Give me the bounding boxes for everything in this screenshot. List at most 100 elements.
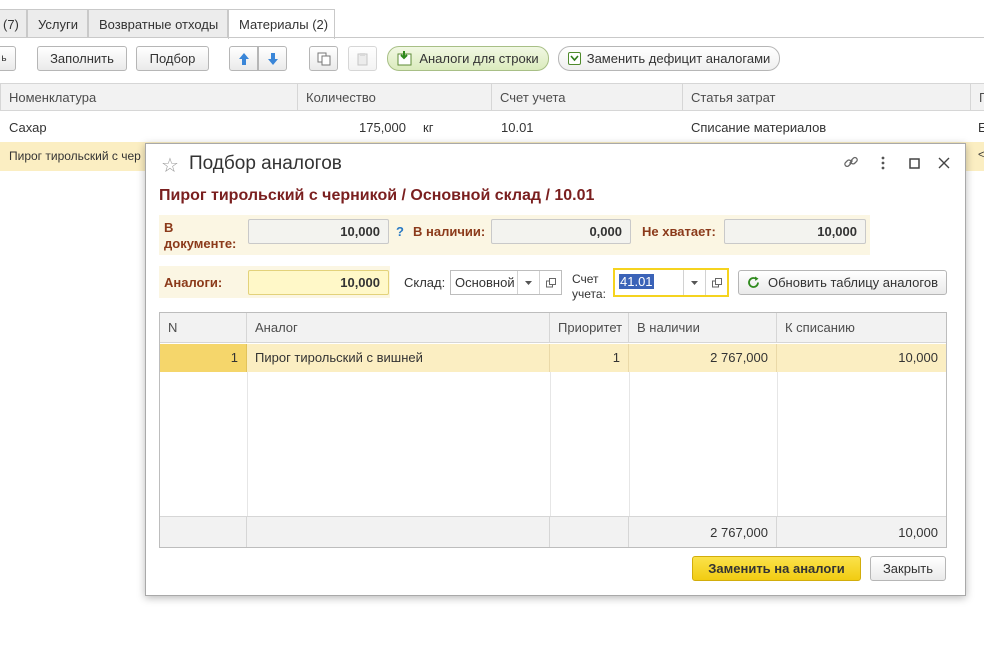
col-writeoff[interactable]: К списанию [777,313,946,343]
chevron-down-icon[interactable] [683,270,705,295]
col-label: Количество [306,90,376,105]
analogs-for-row-label: Аналоги для строки [419,51,539,66]
account-label: Счет учета: [572,272,606,301]
col-label: К списанию [785,320,855,335]
more-icon[interactable] [880,156,886,170]
grid-header: Номенклатура Количество Счет учета Стать… [0,83,984,111]
account-select[interactable]: 41.01 [613,268,729,297]
table-row[interactable]: 1 Пирог тирольский с вишней 1 2 767,000 … [160,344,946,372]
row-name: Сахар [9,120,47,135]
tab-partial[interactable]: (7) [0,9,27,38]
column-divider [247,372,248,516]
column-divider [777,372,778,516]
analog-selection-dialog: ☆ Подбор аналогов Пирог тирольский с чер… [145,143,966,596]
shortage-field: 10,000 [724,219,866,244]
in-document-field: 10,000 [248,219,389,244]
account-value: 41.01 [619,274,654,289]
close-button[interactable]: Закрыть [870,556,946,581]
col-quantity[interactable]: Количество [297,84,491,111]
cell-priority: 1 [550,344,629,372]
footer-available: 2 767,000 [629,516,777,547]
col-n[interactable]: N [160,313,247,343]
analogs-field: 10,000 [248,270,389,295]
chevron-down-icon[interactable] [517,271,539,294]
available-field: 0,000 [491,219,631,244]
col-label: Статья затрат [691,90,776,105]
link-icon[interactable] [843,154,859,170]
tab-divider [0,37,984,38]
tab-label: (7) [3,17,19,32]
row-name: Пирог тирольский с чер [9,149,141,163]
replace-with-analogs-label: Заменить на аналоги [708,561,845,576]
arrow-down-icon [267,52,278,65]
analogs-table: N Аналог Приоритет В наличии К списанию … [159,312,947,548]
replace-deficit-label: Заменить дефицит аналогами [586,51,771,66]
row-expense: Списание материалов [691,120,827,135]
select-label: Подбор [149,51,196,66]
copy-button[interactable] [309,46,338,71]
dialog-title: Подбор аналогов [189,153,342,174]
tab-services[interactable]: Услуги [27,9,88,38]
col-account[interactable]: Счет учета [491,84,682,111]
column-divider [629,372,630,516]
cell-n: 1 [160,344,247,372]
col-available[interactable]: В наличии [629,313,777,343]
col-label: N [168,320,178,335]
close-icon[interactable] [938,157,950,169]
footer-cell [247,516,550,547]
col-extra[interactable]: П [970,84,984,111]
replace-with-analogs-button[interactable]: Заменить на аналоги [692,556,861,581]
col-analog[interactable]: Аналог [247,313,550,343]
col-priority[interactable]: Приоритет [550,313,629,343]
dialog-subtitle: Пирог тирольский с черникой / Основной с… [159,187,595,204]
close-label: Закрыть [882,561,934,576]
in-document-label: В документе: [164,220,237,251]
available-label: В наличии: [413,224,486,239]
help-icon[interactable]: ? [396,224,404,239]
open-form-icon[interactable] [705,270,727,295]
analogs-for-row-button[interactable]: Аналоги для строки [387,46,549,71]
col-expense[interactable]: Статья затрат [682,84,970,111]
paste-icon [357,52,367,65]
warehouse-value: Основной [455,275,515,290]
row-account: 10.01 [501,120,534,135]
col-nomenclature[interactable]: Номенклатура [0,84,297,111]
table-arrow-icon [397,51,412,66]
move-up-button[interactable] [229,46,258,71]
move-down-button[interactable] [258,46,287,71]
paste-button[interactable] [348,46,377,71]
warehouse-label: Склад: [404,275,446,290]
cell-writeoff: 10,000 [898,350,938,365]
fill-button[interactable]: Заполнить [37,46,127,71]
star-icon[interactable]: ☆ [161,153,179,178]
column-divider [550,372,551,516]
cell-analog: Пирог тирольский с вишней [247,344,550,372]
copy-icon [317,52,330,65]
footer-cell [550,516,629,547]
partial-button[interactable]: ь [0,46,16,71]
row-extra: < [978,149,984,161]
warehouse-select[interactable]: Основной [450,270,562,295]
maximize-icon[interactable] [909,158,920,169]
shortage-label: Не хватает: [642,224,716,239]
select-button[interactable]: Подбор [136,46,209,71]
replace-deficit-button[interactable]: Заменить дефицит аналогами [558,46,780,71]
col-label: Счет учета [500,90,566,105]
footer-cell [160,516,247,547]
table-row[interactable]: Сахар 175,000 кг 10.01 Списание материал… [0,113,984,142]
col-label: Номенклатура [9,90,97,105]
check-box-icon [567,52,581,65]
tab-materials[interactable]: Материалы (2) [228,9,335,39]
row-qty: 175,000 [359,120,406,135]
row-unit: кг [423,120,434,135]
col-label: В наличии [637,320,700,335]
refresh-analogs-button[interactable]: Обновить таблицу аналогов [738,270,947,295]
analogs-label: Аналоги: [164,275,223,290]
col-label: Приоритет [558,320,623,335]
tab-returnable-waste[interactable]: Возвратные отходы [88,9,228,38]
tab-label: Возвратные отходы [99,17,219,32]
arrow-up-icon [238,52,249,65]
footer-writeoff: 10,000 [777,516,946,547]
refresh-analogs-label: Обновить таблицу аналогов [768,275,938,290]
open-form-icon[interactable] [539,271,561,294]
